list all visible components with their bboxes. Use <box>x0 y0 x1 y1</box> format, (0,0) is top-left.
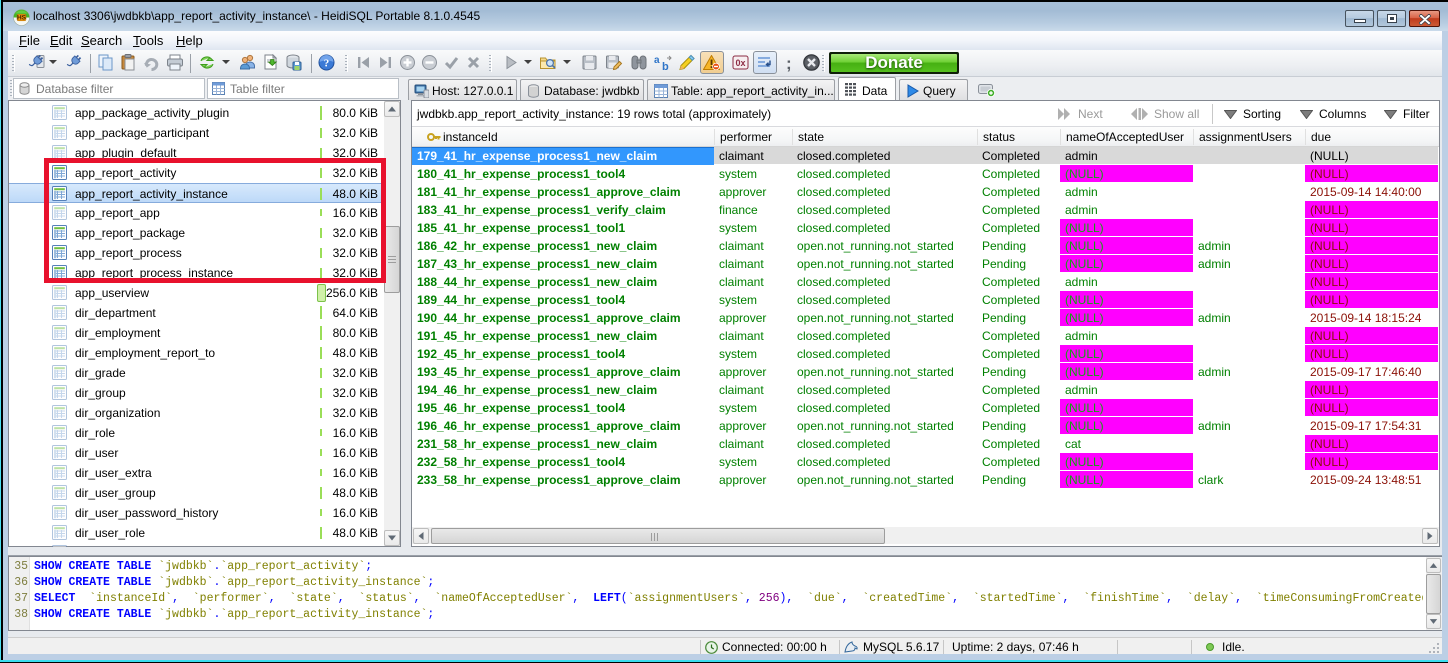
svg-text:?: ? <box>324 58 330 70</box>
svg-text:HS: HS <box>17 15 27 22</box>
svg-text:0x: 0x <box>735 58 745 68</box>
svg-text:a: a <box>654 55 660 66</box>
svg-text:b: b <box>662 61 669 71</box>
